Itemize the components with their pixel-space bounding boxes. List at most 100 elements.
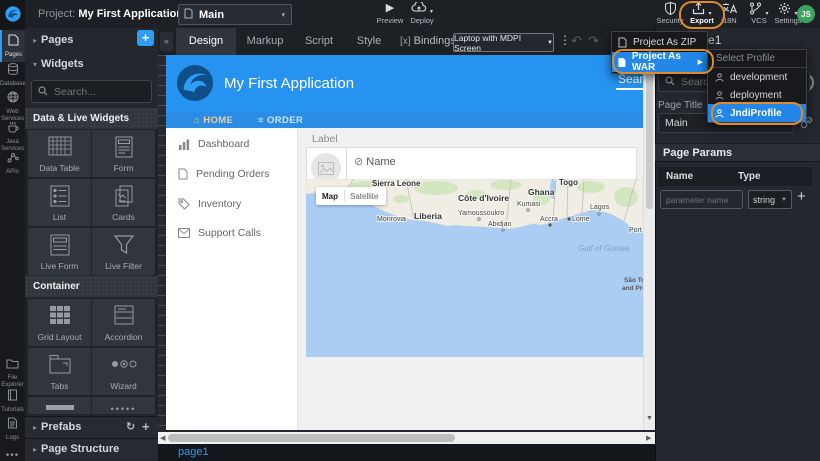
refresh-icon[interactable]: ↻ [126,420,135,433]
page-params-header[interactable]: Page Params [655,143,820,162]
canvas-vertical-scrollbar[interactable]: ▼ [643,57,655,430]
data-table-icon [48,136,72,156]
design-canvas[interactable]: My First Application Search ⌂ HOME ≡ ORD… [166,55,643,430]
widget-live-form[interactable]: Live Form [28,228,91,275]
preview-button[interactable]: ▶Preview [372,2,408,25]
menu-item-jndiprofile[interactable]: JndiProfile [708,104,806,122]
scroll-down-arrow[interactable]: ▼ [646,415,653,422]
tab-design[interactable]: Design [176,28,236,55]
wavemaker-logo[interactable] [0,0,25,28]
kebab-menu-icon[interactable]: ⋮ [559,33,571,47]
map-label: Port [629,227,642,234]
add-prefab-icon[interactable]: + [142,419,150,434]
column-name: Name [666,171,738,182]
profile-icon [715,73,724,82]
scroll-right-arrow[interactable]: ▶ [646,434,651,442]
i18n-button[interactable]: i18N [714,2,744,25]
wizard-icon [109,354,139,374]
nav-order[interactable]: ≡ ORDER [258,115,303,126]
widget-form[interactable]: Form [92,130,155,177]
rail-item-pages[interactable]: Pages [0,30,25,62]
menu-item-project-as-zip[interactable]: Project As ZIP [612,32,707,52]
deploy-button[interactable]: ▾ Deploy [404,2,440,25]
widget-cards[interactable]: Cards [92,179,155,226]
vscroll-thumb[interactable] [646,59,653,209]
menu-item-support-calls[interactable]: Support Calls [166,218,297,248]
section-data-live-widgets: Data & Live Widgets [25,108,158,129]
folder-icon [6,358,19,369]
tab-style[interactable]: Style [346,28,392,55]
menu-item-deployment[interactable]: deployment [708,86,806,104]
canvas-horizontal-scrollbar[interactable]: ◀ ▶ [158,432,655,444]
prefabs-section-header[interactable]: ▸Prefabs ↻ + [25,416,158,437]
widget-search-input[interactable] [52,85,146,99]
menu-item-pending-orders[interactable]: Pending Orders [166,159,297,189]
scroll-left-arrow[interactable]: ◀ [160,434,165,442]
wavemaker-studio: Project: My First Application › Main ▾ ▶… [0,0,820,461]
widget-list[interactable]: List [28,179,91,226]
add-param-button[interactable]: + [797,188,806,205]
map-label: Accra [540,216,558,223]
satellite-button[interactable]: Satellite [350,192,378,201]
widget-wizard[interactable]: Wizard [92,348,155,395]
map-label: Ghana [528,187,555,197]
security-button[interactable]: Security [652,2,688,25]
label-widget[interactable]: Label [312,133,338,145]
menu-item-inventory[interactable]: Inventory [166,189,297,219]
map-button[interactable]: Map [322,192,338,201]
rail-item-tutorials[interactable]: Tutorials [0,388,25,414]
submenu-arrow-icon: ▶ [698,58,703,66]
rail-item-logs[interactable]: Logs [0,416,25,442]
page-selector-dropdown[interactable]: Main ▾ [178,4,292,25]
redo-icon[interactable]: ↷ [588,33,599,49]
map-label: Côte d'Ivoire [458,193,509,203]
menu-item-dashboard[interactable]: Dashboard [166,129,297,159]
device-selector[interactable]: Laptop with MDPI Screen▼ [453,33,554,52]
menu-item-project-as-war[interactable]: Project As WAR ▶ [612,52,707,72]
translate-icon [714,2,744,15]
widget-grid-layout[interactable]: Grid Layout [28,299,91,346]
map-widget[interactable]: Sierra Leone Togo Côte d'Ivoire Ghana Li… [306,179,643,357]
param-type-select[interactable]: string▼ [748,190,792,209]
param-name-input[interactable] [661,195,742,205]
column-type: Type [738,171,761,182]
map-label: Monrovia [377,216,406,223]
widgets-section-header[interactable]: ▾Widgets [25,54,158,74]
page-selector-value: Main [199,9,281,21]
menu-item-development[interactable]: development [708,68,806,86]
tab-markup[interactable]: Markup [238,28,292,55]
param-name-field[interactable] [660,190,743,209]
app-search-link[interactable]: Search [618,72,643,86]
page-tab-page1[interactable]: page1 [178,446,209,458]
add-page-button[interactable]: + [137,30,154,46]
pages-icon [8,34,19,46]
shield-icon [652,2,688,15]
top-bar: Project: My First Application › Main ▾ ▶… [0,0,820,29]
hscroll-thumb[interactable] [168,434,455,442]
app-header: My First Application Search [166,55,643,112]
tab-script[interactable]: Script [294,28,344,55]
rail-item-file-explorer[interactable]: File Explorer [0,356,25,389]
user-avatar[interactable]: JS [797,5,815,23]
nav-home[interactable]: ⌂ HOME [194,115,233,126]
widget-cell-partial[interactable] [28,397,91,414]
rail-item-apis[interactable]: APIs [0,150,25,176]
triangle-right-icon: ▸ [29,36,41,45]
widget-search[interactable] [31,80,152,103]
rail-item-web-services[interactable]: Web Services [0,90,25,123]
app-side-menu: Dashboard Pending Orders Inventory Suppo… [166,128,298,430]
widget-data-table[interactable]: Data Table [28,130,91,177]
page-structure-header[interactable]: ▸Page Structure [25,438,158,459]
widget-cell-partial[interactable]: ••••• [92,397,155,414]
pages-section-header[interactable]: ▸Pages + [25,30,158,50]
collapse-left-panel-button[interactable]: « [160,32,173,51]
widget-live-filter[interactable]: Live Filter [92,228,155,275]
project-breadcrumb: Project: My First Application [38,8,183,20]
rail-item-databases[interactable]: Databases [0,62,25,88]
cards-icon [114,185,134,207]
rail-item-java-services[interactable]: Java Services [0,120,25,153]
widget-accordion[interactable]: Accordion [92,299,155,346]
undo-icon[interactable]: ↶ [571,33,582,49]
widget-tabs[interactable]: Tabs [28,348,91,395]
rail-more-button[interactable]: ••• [0,450,25,461]
